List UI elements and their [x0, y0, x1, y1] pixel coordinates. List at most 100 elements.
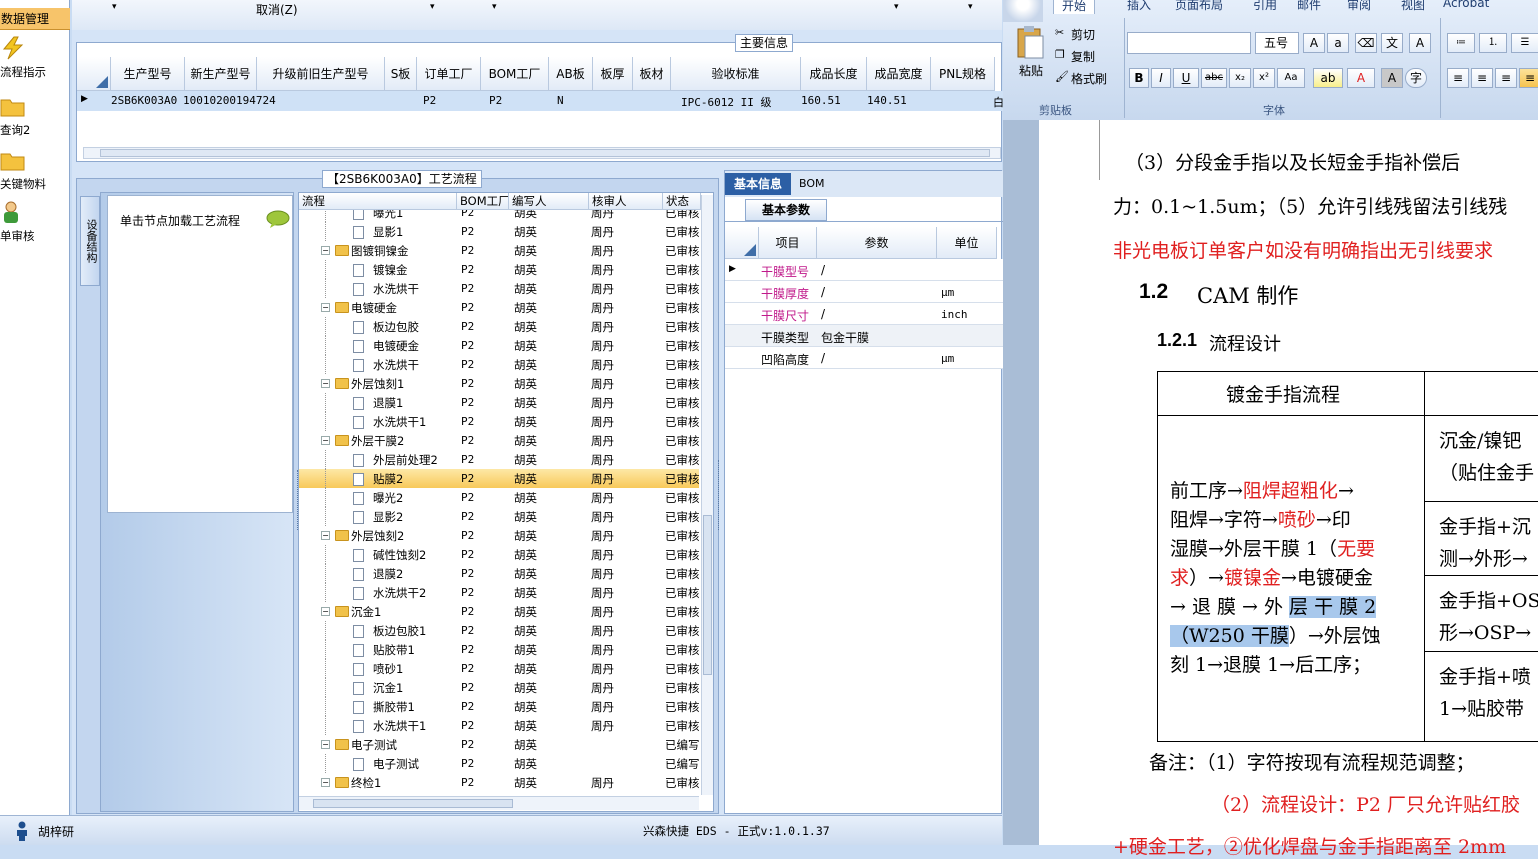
- column-header[interactable]: 生产型号: [111, 57, 185, 91]
- subscript-button[interactable]: x₂: [1229, 68, 1251, 88]
- column-header[interactable]: 板厚: [593, 57, 633, 91]
- column-header[interactable]: 流程: [299, 193, 457, 210]
- format-painter-button[interactable]: 格式刷: [1071, 70, 1107, 87]
- tab-basic-info[interactable]: 基本信息: [725, 173, 791, 195]
- table-row[interactable]: 水洗烘干 P2 胡英 周丹 已审核: [299, 279, 699, 298]
- dropdown-arrow-icon[interactable]: ▾: [894, 2, 899, 12]
- expander-icon[interactable]: −: [321, 379, 330, 388]
- table-row[interactable]: − 图镀铜镍金 P2 胡英 周丹 已审核: [299, 241, 699, 260]
- scissors-icon[interactable]: ✂: [1055, 26, 1064, 39]
- table-row[interactable]: 干膜尺寸 / inch: [725, 303, 1003, 325]
- grow-font-button[interactable]: A: [1303, 33, 1325, 53]
- expander-icon[interactable]: −: [321, 607, 330, 616]
- table-row[interactable]: 板边包胶 P2 胡英 周丹 已审核: [299, 317, 699, 336]
- nav-header[interactable]: 数据管理: [0, 8, 70, 30]
- expander-icon[interactable]: −: [321, 531, 330, 540]
- word-tab-1[interactable]: 插入: [1119, 0, 1159, 14]
- align-left-icon[interactable]: ≡: [1447, 68, 1469, 88]
- expander-icon[interactable]: −: [321, 303, 330, 312]
- splitter-handle[interactable]: [297, 470, 300, 530]
- underline-button[interactable]: U: [1173, 68, 1199, 88]
- table-row[interactable]: 凹陷高度 / μm: [725, 347, 1003, 369]
- strikethrough-button[interactable]: abc: [1201, 68, 1227, 88]
- table-row[interactable]: ▶ 2SB6K003A0 10010200194724 P2 P2 N IPC-…: [77, 91, 1004, 111]
- column-header[interactable]: 验收标准: [671, 57, 801, 91]
- table-row[interactable]: 显影1 P2 胡英 周丹 已审核: [299, 222, 699, 241]
- table-row[interactable]: 外层前处理2 P2 胡英 周丹 已审核: [299, 450, 699, 469]
- phonetic-icon[interactable]: 文: [1381, 33, 1403, 53]
- word-tab-2[interactable]: 页面布局: [1167, 0, 1231, 14]
- font-size-input[interactable]: 五号: [1255, 32, 1299, 54]
- table-row[interactable]: − 电镀硬金 P2 胡英 周丹 已审核: [299, 298, 699, 317]
- column-header[interactable]: 订单工厂: [417, 57, 481, 91]
- table-row[interactable]: 退膜1 P2 胡英 周丹 已审核: [299, 393, 699, 412]
- table-row[interactable]: − 沉金1 P2 胡英 周丹 已审核: [299, 602, 699, 621]
- bullets-icon[interactable]: ≔: [1447, 33, 1475, 53]
- border-char-icon[interactable]: A: [1409, 33, 1431, 53]
- table-row[interactable]: 贴胶带1 P2 胡英 周丹 已审核: [299, 640, 699, 659]
- table-row[interactable]: 碱性蚀刻2 P2 胡英 周丹 已审核: [299, 545, 699, 564]
- table-row[interactable]: 贴膜2 P2 胡英 周丹 已审核: [299, 469, 699, 488]
- italic-button[interactable]: I: [1151, 68, 1171, 88]
- align-center-icon[interactable]: ≡: [1471, 68, 1493, 88]
- side-tab-equipment[interactable]: 设备结构: [80, 196, 100, 286]
- shrink-font-button[interactable]: a: [1327, 33, 1349, 53]
- column-header[interactable]: BOM工厂: [481, 57, 549, 91]
- table-row[interactable]: − 外层蚀刻2 P2 胡英 周丹 已审核: [299, 526, 699, 545]
- bold-button[interactable]: B: [1129, 68, 1149, 88]
- table-row[interactable]: 曝光2 P2 胡英 周丹 已审核: [299, 488, 699, 507]
- cut-button[interactable]: 剪切: [1071, 26, 1095, 43]
- change-case-button[interactable]: Aa: [1277, 68, 1305, 88]
- column-header[interactable]: 成品宽度: [867, 57, 931, 91]
- word-tab-3[interactable]: 引用: [1245, 0, 1285, 14]
- column-header[interactable]: 板材: [633, 57, 671, 91]
- table-row[interactable]: 水洗烘干1 P2 胡英 周丹 已审核: [299, 412, 699, 431]
- table-row[interactable]: − 外层蚀刻1 P2 胡英 周丹 已审核: [299, 374, 699, 393]
- word-tab-0[interactable]: 开始: [1053, 0, 1096, 14]
- font-name-input[interactable]: [1127, 32, 1251, 54]
- dropdown-arrow-icon[interactable]: ▾: [112, 2, 117, 12]
- paste-icon[interactable]: [1015, 24, 1047, 60]
- table-row[interactable]: 水洗烘干 P2 胡英 周丹 已审核: [299, 355, 699, 374]
- column-header[interactable]: 编写人: [509, 193, 589, 210]
- table-row[interactable]: 喷砂1 P2 胡英 周丹 已审核: [299, 659, 699, 678]
- column-header[interactable]: PNL规格: [931, 57, 995, 91]
- table-row[interactable]: 退膜2 P2 胡英 周丹 已审核: [299, 564, 699, 583]
- table-row[interactable]: 曝光1 P2 胡英 周丹 已审核: [299, 210, 699, 222]
- horizontal-scrollbar[interactable]: [299, 796, 699, 810]
- clear-format-icon[interactable]: ⌫: [1355, 33, 1377, 53]
- numbering-icon[interactable]: ⒈: [1479, 33, 1507, 53]
- nav-item-key-material[interactable]: 关键物料: [0, 146, 70, 198]
- justify-icon[interactable]: ≡: [1519, 68, 1538, 88]
- table-row[interactable]: 水洗烘干1 P2 胡英 周丹 已审核: [299, 716, 699, 735]
- dropdown-arrow-icon[interactable]: ▾: [968, 2, 973, 12]
- enclose-char-icon[interactable]: 字: [1405, 68, 1427, 88]
- tab-bom[interactable]: BOM: [795, 173, 829, 195]
- column-header[interactable]: 成品长度: [801, 57, 867, 91]
- paste-label[interactable]: 粘贴: [1019, 62, 1043, 79]
- expander-icon[interactable]: −: [321, 246, 330, 255]
- table-row[interactable]: 沉金1 P2 胡英 周丹 已审核: [299, 678, 699, 697]
- word-tab-7[interactable]: Acrobat: [1435, 0, 1497, 14]
- horizontal-scrollbar[interactable]: [83, 147, 1001, 159]
- table-row[interactable]: 镀镍金 P2 胡英 周丹 已审核: [299, 260, 699, 279]
- table-row[interactable]: − 外层干膜2 P2 胡英 周丹 已审核: [299, 431, 699, 450]
- expander-icon[interactable]: −: [321, 436, 330, 445]
- document-page[interactable]: （3）分段金手指以及长短金手指补偿后 力：0.1~1.5um；（5）允许引线残留…: [1039, 120, 1538, 858]
- table-row[interactable]: − 电子测试 P2 胡英 已编写: [299, 735, 699, 754]
- subtab-basic-params[interactable]: 基本参数: [745, 199, 827, 221]
- table-row[interactable]: 板边包胶1 P2 胡英 周丹 已审核: [299, 621, 699, 640]
- dropdown-arrow-icon[interactable]: ▾: [430, 2, 435, 12]
- column-header[interactable]: 新生产型号: [185, 57, 257, 91]
- dropdown-arrow-icon[interactable]: ▾: [492, 2, 497, 12]
- column-header[interactable]: 单位: [937, 227, 997, 259]
- table-row[interactable]: 电子测试 P2 胡英 已编写: [299, 754, 699, 773]
- expander-icon[interactable]: −: [321, 740, 330, 749]
- table-row[interactable]: − 终检1 P2 胡英 周丹 已审核: [299, 773, 699, 792]
- splitter-handle[interactable]: [718, 460, 721, 530]
- char-shading-icon[interactable]: A: [1381, 68, 1403, 88]
- column-header[interactable]: AB板: [549, 57, 593, 91]
- column-header[interactable]: 核审人: [589, 193, 663, 210]
- table-row[interactable]: 水洗烘干2 P2 胡英 周丹 已审核: [299, 583, 699, 602]
- cancel-button[interactable]: 取消(Z): [256, 1, 298, 18]
